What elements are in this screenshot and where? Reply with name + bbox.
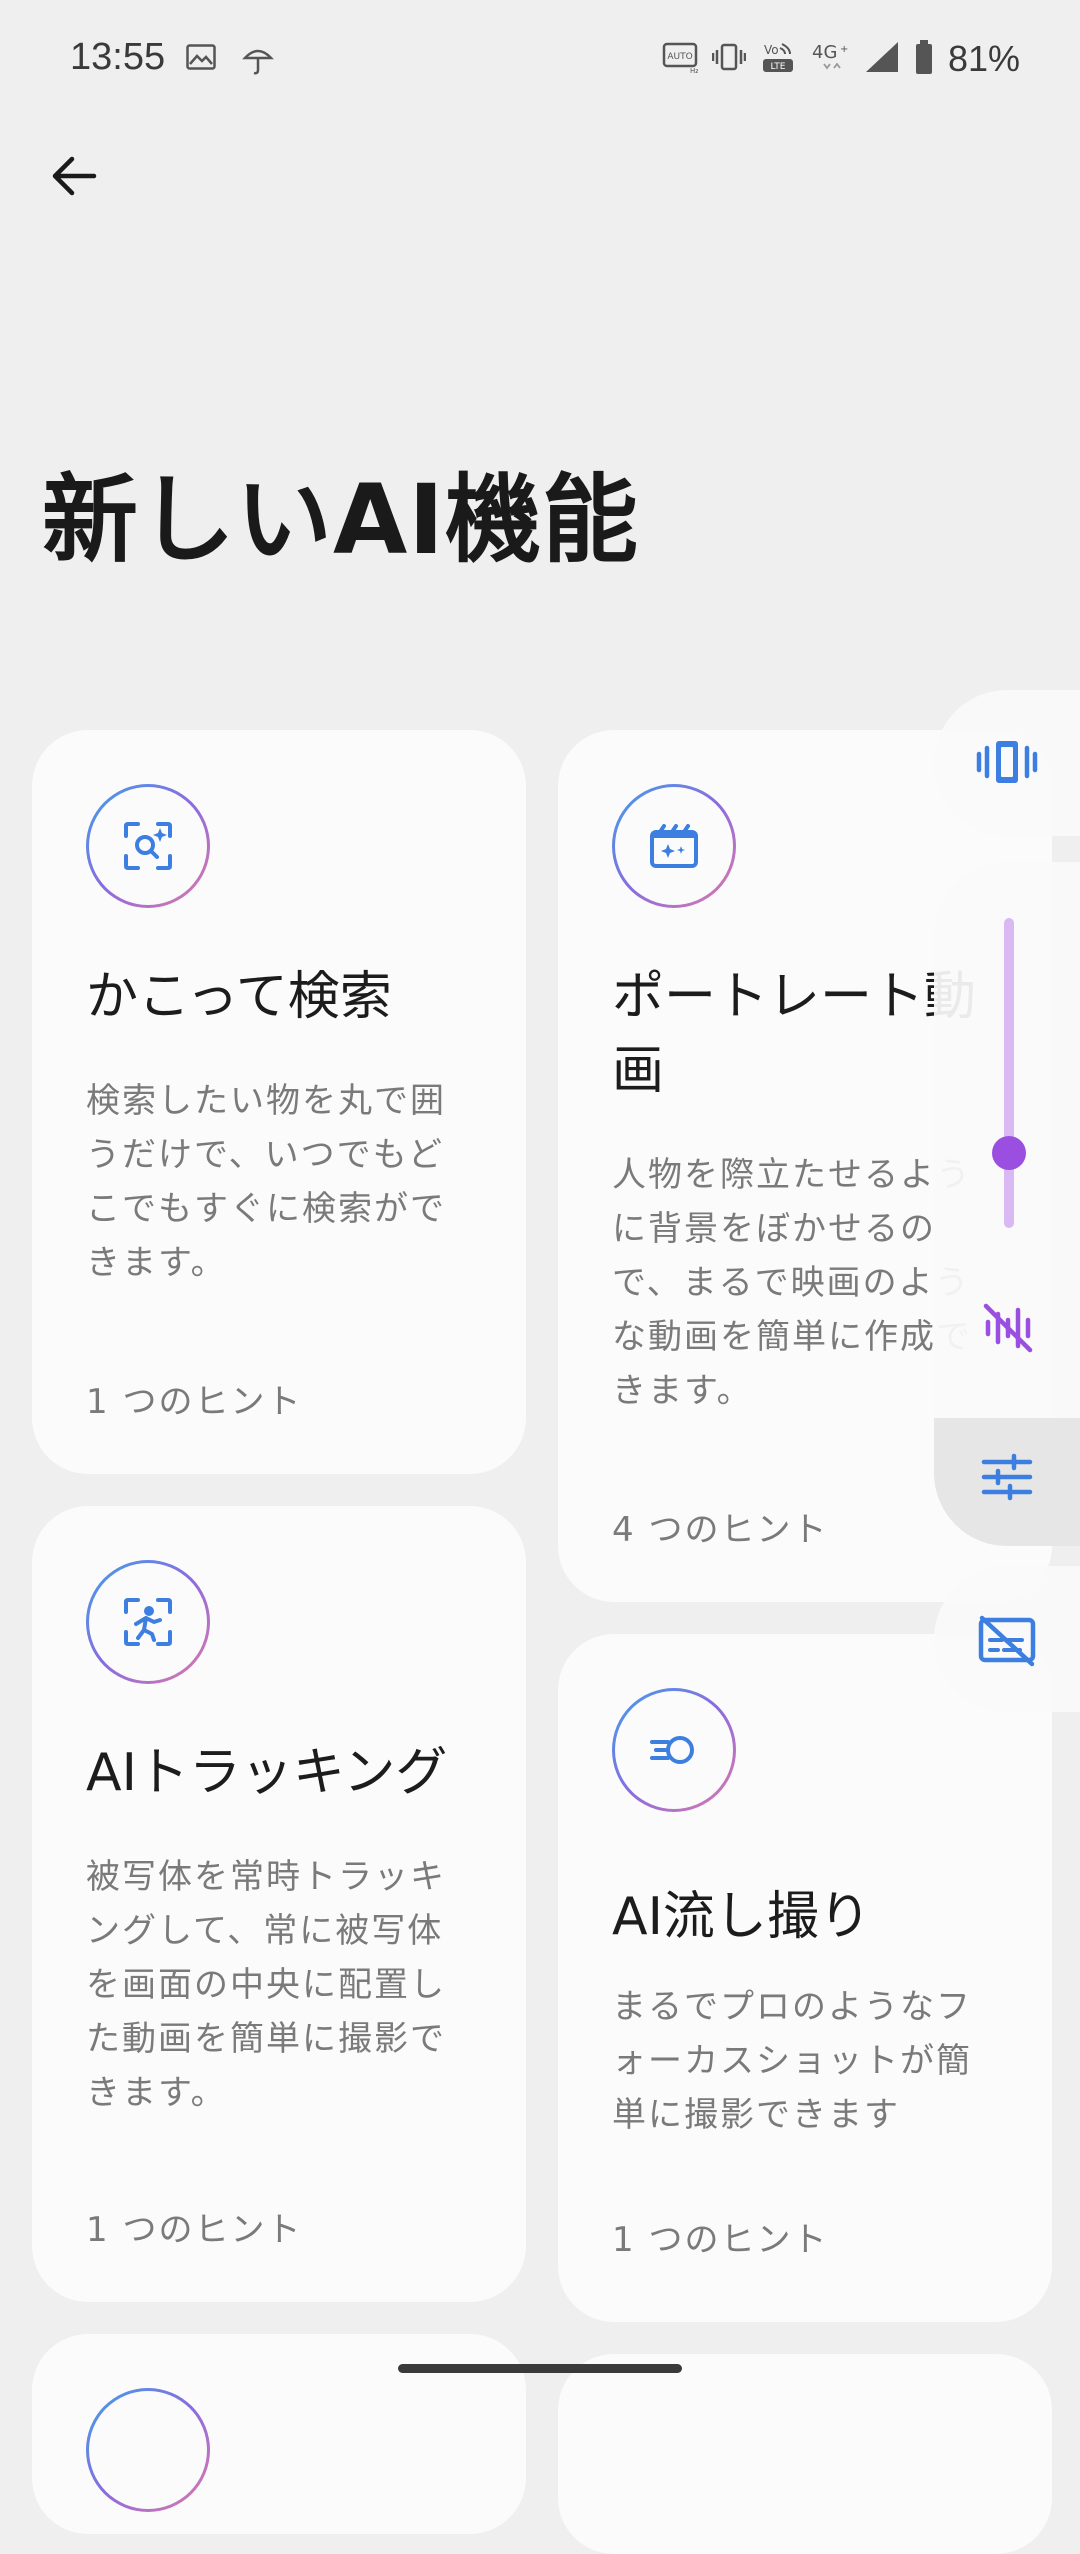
caption-off-icon [978,1615,1036,1667]
vibrate-mode-icon [976,741,1038,783]
card-title: AI流し撮り [612,1887,871,1947]
card-hint-count: 1 つのヒント [86,2210,303,2250]
ring-mode-button[interactable] [934,690,1080,836]
status-bar: 13:55 AUTO Hz Vo LTE 4G + 81% [0,0,1080,120]
live-caption-button[interactable] [934,1566,1080,1712]
home-indicator[interactable] [398,2364,682,2373]
feature-card-ai-panning[interactable]: AI流し撮り まるでプロのようなフ ォーカスショットが簡 単に撮影できます 1 … [558,1634,1052,2322]
network-type-icon: 4G + [810,40,850,78]
vibrate-icon [711,42,747,76]
feature-card-partial[interactable] [558,2354,1052,2554]
card-hint-count: 1 つのヒント [612,2220,829,2260]
card-title: AIトラッキング [86,1743,448,1803]
svg-text:AUTO: AUTO [667,52,692,62]
svg-text:Vo: Vo [764,43,779,57]
svg-text:+: + [840,44,848,55]
circle-search-icon [86,784,210,908]
mute-sound-icon[interactable] [978,1298,1038,1358]
feature-icon [86,2388,210,2512]
battery-percent: 81% [947,38,1020,79]
card-description: 検索したい物を丸で囲 うだけで、いつでもど こでもすぐに検索がで きます。 [86,1081,446,1283]
volume-slider-track[interactable] [1004,918,1014,1228]
motion-blur-icon [612,1688,736,1812]
svg-text:Hz: Hz [690,67,698,74]
person-tracking-icon [86,1560,210,1684]
signal-icon [864,40,900,78]
svg-text:4G: 4G [812,42,837,63]
gallery-icon [186,44,216,80]
card-title: かこって検索 [86,967,392,1027]
clapperboard-icon [612,784,736,908]
volume-slider-thumb[interactable] [992,1135,1026,1170]
page-title: 新しいAI機能 [42,464,640,576]
card-hint-count: 1 つのヒント [86,1382,303,1422]
feature-card-ai-tracking[interactable]: AIトラッキング 被写体を常時トラッキ ングして、常に被写体 を画面の中央に配置… [32,1506,526,2302]
feature-card-circle-search[interactable]: かこって検索 検索したい物を丸で囲 うだけで、いつでもど こでもすぐに検索がで … [32,730,526,1474]
umbrella-icon [242,44,274,80]
card-hint-count: 4 つのヒント [612,1510,829,1550]
battery-icon [914,39,934,79]
sliders-icon [981,1453,1033,1501]
svg-text:LTE: LTE [770,62,785,72]
auto-refresh-icon: AUTO Hz [662,40,699,78]
card-description: 被写体を常時トラッキ ングして、常に被写体 を画面の中央に配置し た動画を簡単に… [86,1857,446,2113]
card-description: まるでプロのようなフ ォーカスショットが簡 単に撮影できます [612,1987,972,2135]
volte-icon: Vo LTE [760,40,796,78]
status-time: 13:55 [70,36,166,78]
back-button[interactable] [42,144,106,208]
arrow-left-icon [52,156,97,196]
card-title: ポートレート動 画 [612,967,977,1101]
